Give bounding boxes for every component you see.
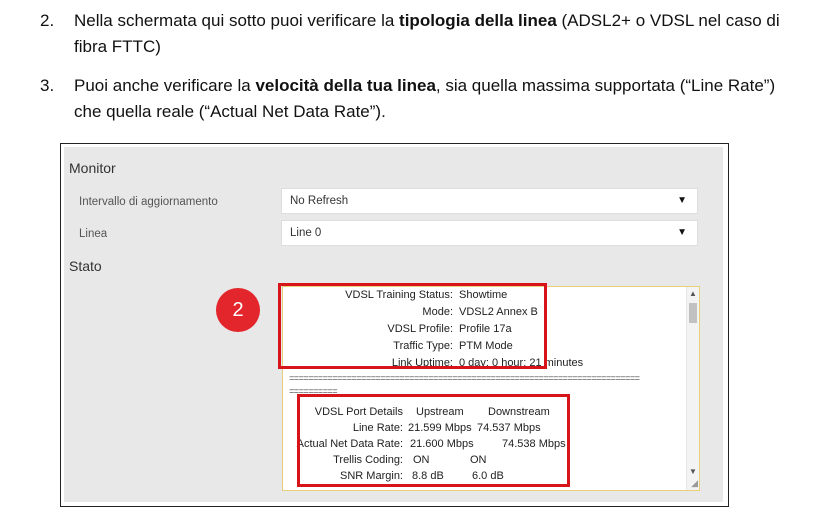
textarea-scrollbar[interactable]: ▲ ▼ — [686, 287, 699, 490]
highlight-line-type — [278, 283, 547, 369]
step-3: 3. Puoi anche verificare la velocità del… — [40, 73, 800, 125]
scroll-up-icon[interactable]: ▲ — [687, 289, 699, 298]
status-title: Stato — [69, 258, 102, 274]
scrollbar-thumb[interactable] — [689, 303, 697, 323]
step-2: 2. Nella schermata qui sotto puoi verifi… — [40, 8, 800, 60]
step-number: 2. — [40, 11, 55, 30]
monitor-panel: Monitor Intervallo di aggiornamento No R… — [64, 147, 723, 502]
scroll-down-icon[interactable]: ▼ — [687, 467, 699, 476]
line-select[interactable]: Line 0 ▼ — [281, 220, 698, 246]
step-bold-text: velocità della tua linea — [255, 76, 436, 95]
step-text: Nella schermata qui sotto puoi verificar… — [74, 11, 400, 30]
resize-handle-icon[interactable]: ◢ — [691, 478, 698, 489]
step-text: Puoi anche verificare la — [74, 76, 256, 95]
monitor-title: Monitor — [69, 160, 116, 176]
line-value: Line 0 — [290, 227, 322, 239]
step-bold-text: tipologia della linea — [399, 11, 557, 30]
separator-line: ========================================… — [289, 374, 640, 384]
instruction-steps: 2. Nella schermata qui sotto puoi verifi… — [40, 8, 800, 138]
chevron-down-icon: ▼ — [677, 195, 687, 206]
highlight-line-speed — [297, 394, 570, 487]
router-screenshot: Monitor Intervallo di aggiornamento No R… — [60, 143, 729, 507]
step-badge: 2 — [216, 288, 260, 332]
step-number: 3. — [40, 76, 55, 95]
refresh-interval-value: No Refresh — [290, 195, 349, 207]
line-label: Linea — [79, 228, 108, 240]
refresh-interval-label: Intervallo di aggiornamento — [79, 196, 218, 208]
refresh-interval-select[interactable]: No Refresh ▼ — [281, 188, 698, 214]
chevron-down-icon: ▼ — [677, 227, 687, 238]
